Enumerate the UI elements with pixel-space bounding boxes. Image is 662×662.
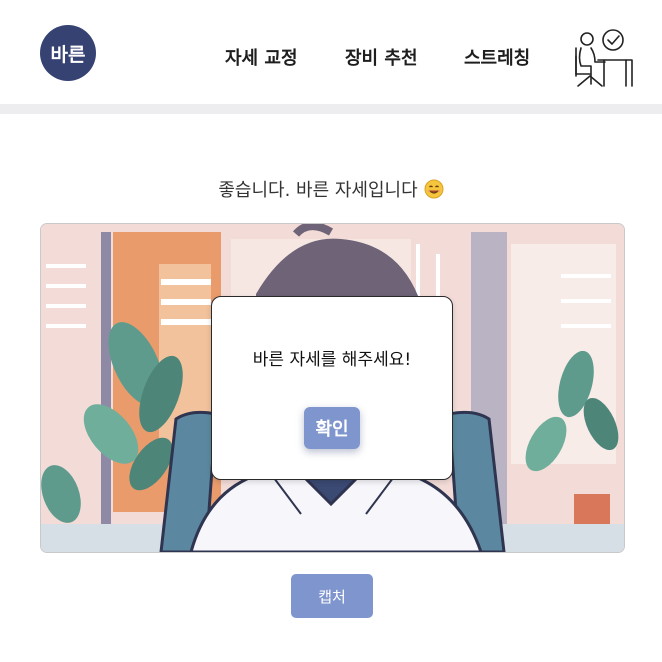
posture-status-message: 좋습니다. 바른 자세입니다 bbox=[0, 176, 662, 204]
nav-stretching[interactable]: 스트레칭 bbox=[464, 44, 530, 70]
header-divider bbox=[0, 104, 662, 114]
logo[interactable]: 바른 bbox=[40, 25, 96, 81]
posture-alert-dialog: 바른 자세를 해주세요! 확인 bbox=[211, 296, 453, 480]
nav-posture-correction[interactable]: 자세 교정 bbox=[225, 44, 298, 70]
confirm-button[interactable]: 확인 bbox=[304, 407, 360, 449]
top-navigation-bar: 바른 자세 교정 장비 추천 스트레칭 bbox=[0, 0, 662, 104]
smiling-face-icon bbox=[424, 179, 444, 204]
status-text: 좋습니다. 바른 자세입니다 bbox=[218, 180, 418, 201]
logo-mark-icon: 바른 bbox=[51, 44, 86, 66]
nav-equipment-recommendation[interactable]: 장비 추천 bbox=[345, 44, 418, 70]
svg-text:바른: 바른 bbox=[51, 44, 86, 66]
desk-posture-icon[interactable] bbox=[570, 26, 634, 90]
capture-button[interactable]: 캡처 bbox=[291, 574, 373, 618]
dialog-message: 바른 자세를 해주세요! bbox=[252, 350, 412, 370]
